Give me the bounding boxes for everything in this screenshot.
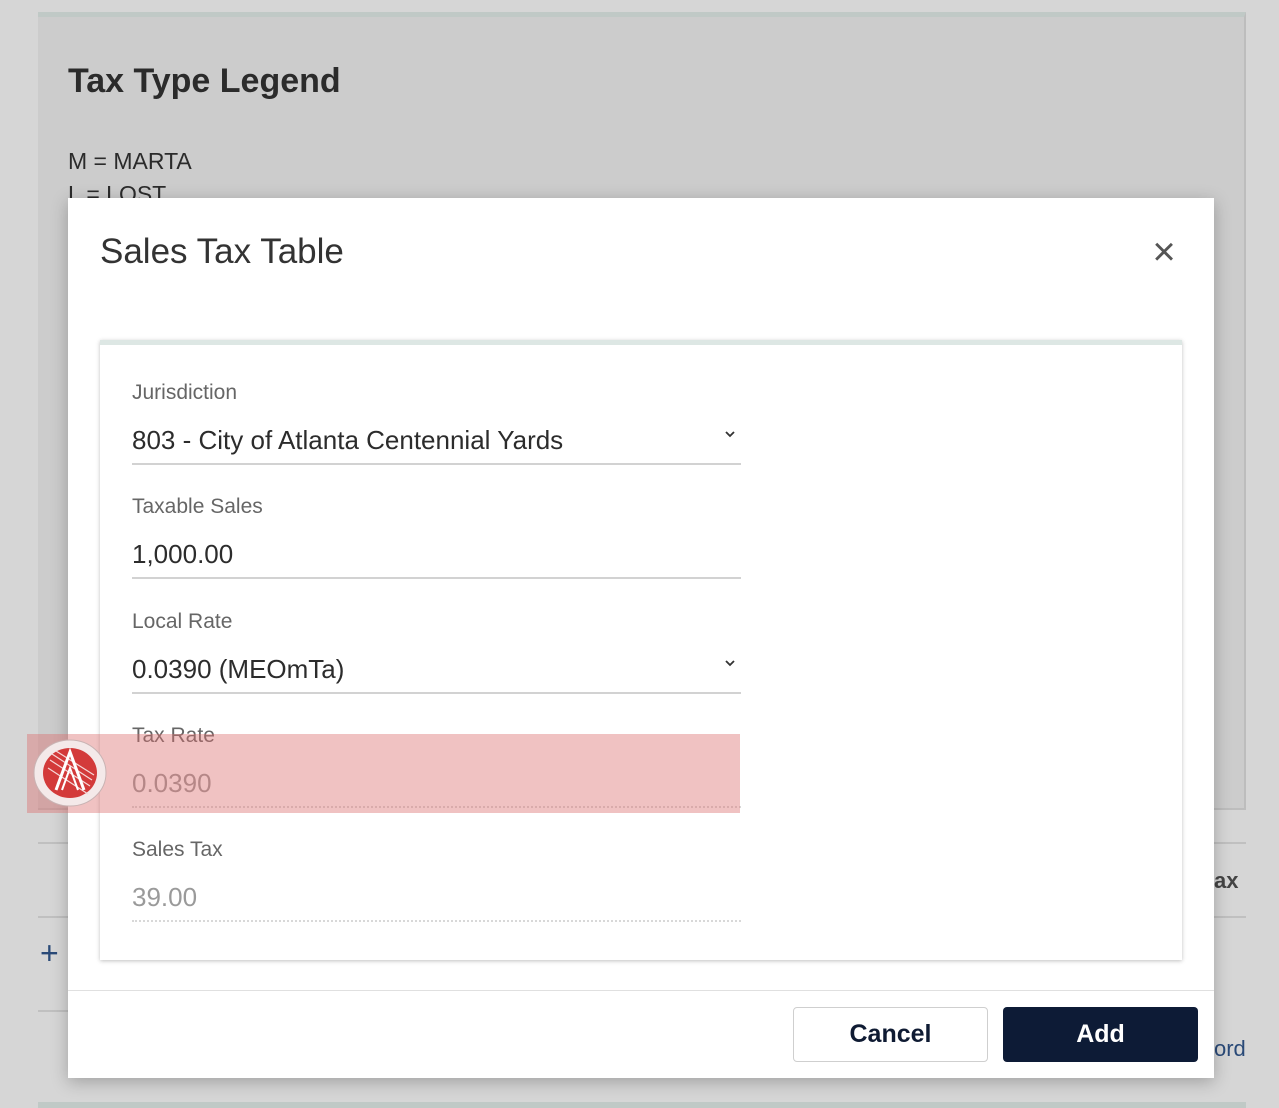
- legend-item-marta: M = MARTA: [68, 148, 192, 174]
- local-rate-field: Local Rate 0.0390 (MEOmTa): [132, 610, 741, 694]
- divider: [38, 916, 68, 918]
- jurisdiction-select[interactable]: 803 - City of Atlanta Centennial Yards: [132, 423, 741, 465]
- divider: [1214, 916, 1246, 918]
- sales-tax-form: Jurisdiction 803 - City of Atlanta Cente…: [100, 340, 1182, 960]
- divider: [38, 842, 68, 844]
- sales-tax-label: Sales Tax: [132, 838, 223, 861]
- footer-divider: [68, 990, 1214, 991]
- add-row-icon[interactable]: +: [40, 935, 59, 972]
- modal-title: Sales Tax Table: [100, 232, 344, 271]
- taxable-sales-value: 1,000.00: [132, 539, 234, 569]
- sales-tax-input: 39.00: [132, 880, 741, 922]
- link-fragment[interactable]: ord: [1214, 1036, 1246, 1062]
- taxable-sales-field: Taxable Sales 1,000.00: [132, 495, 741, 579]
- seal-logo-icon: [33, 739, 107, 807]
- chevron-down-icon: [725, 431, 735, 438]
- close-icon[interactable]: ×: [1148, 232, 1180, 272]
- taxable-sales-label: Taxable Sales: [132, 495, 263, 518]
- divider: [38, 1010, 68, 1012]
- sales-tax-value: 39.00: [132, 882, 198, 912]
- taxable-sales-input[interactable]: 1,000.00: [132, 537, 741, 579]
- column-header-fragment: ax: [1214, 868, 1239, 893]
- local-rate-select[interactable]: 0.0390 (MEOmTa): [132, 652, 741, 694]
- divider: [1214, 842, 1246, 844]
- bottom-border: [38, 1102, 1246, 1108]
- chevron-down-icon: [725, 660, 735, 667]
- local-rate-label: Local Rate: [132, 610, 233, 633]
- sales-tax-field: Sales Tax 39.00: [132, 838, 741, 922]
- page-title: Tax Type Legend: [68, 62, 341, 100]
- sales-tax-modal: Sales Tax Table × Jurisdiction 803 - Cit…: [68, 198, 1214, 1078]
- local-rate-value: 0.0390 (MEOmTa): [132, 654, 345, 684]
- cancel-button[interactable]: Cancel: [793, 1007, 988, 1062]
- add-button[interactable]: Add: [1003, 1007, 1198, 1062]
- jurisdiction-field: Jurisdiction 803 - City of Atlanta Cente…: [132, 381, 741, 465]
- jurisdiction-value: 803 - City of Atlanta Centennial Yards: [132, 425, 564, 455]
- jurisdiction-label: Jurisdiction: [132, 381, 238, 404]
- highlight-overlay: [27, 734, 740, 813]
